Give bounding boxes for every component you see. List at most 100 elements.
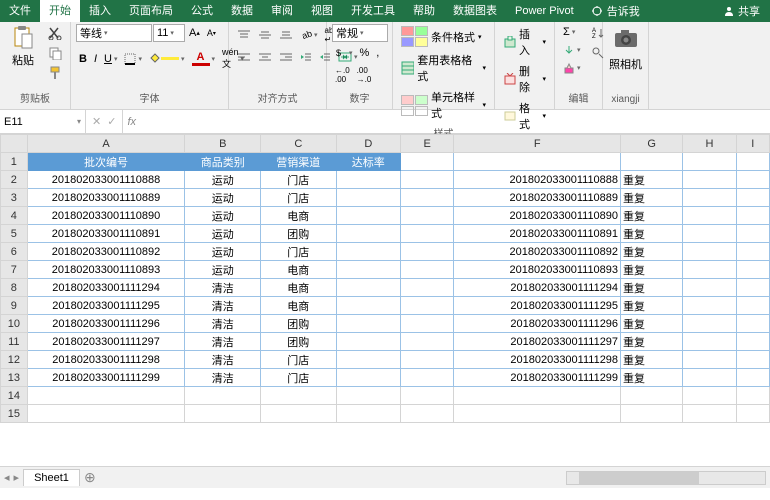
cell[interactable] [683,369,736,387]
cell[interactable] [736,171,769,189]
cell[interactable] [401,387,454,405]
row-header[interactable]: 1 [1,153,28,171]
cell[interactable] [401,189,454,207]
cell[interactable] [736,387,769,405]
cell[interactable] [683,243,736,261]
cell[interactable]: 门店 [261,243,337,261]
cell[interactable]: 团购 [261,333,337,351]
cell[interactable]: 团购 [261,225,337,243]
row-header[interactable]: 7 [1,261,28,279]
col-header[interactable]: A [27,135,185,153]
format-painter-button[interactable] [45,64,65,82]
cell[interactable]: 重复 [621,333,683,351]
row-header[interactable]: 3 [1,189,28,207]
cell[interactable]: 201802033001110889 [27,189,185,207]
cell[interactable] [683,387,736,405]
underline-button[interactable]: U [101,51,120,67]
cancel-formula-button[interactable]: ✕ [92,115,101,128]
cell[interactable] [336,351,400,369]
cell[interactable] [736,405,769,423]
cell[interactable]: 运动 [185,261,261,279]
percent-button[interactable]: % [357,45,373,61]
cell[interactable] [401,153,454,171]
cell[interactable]: 201802033001111298 [454,351,621,369]
row-header[interactable]: 15 [1,405,28,423]
cell[interactable] [336,315,400,333]
cell[interactable]: 201802033001110890 [27,207,185,225]
cell[interactable]: 电商 [261,279,337,297]
cell[interactable]: 重复 [621,297,683,315]
cell[interactable]: 清洁 [185,351,261,369]
bold-button[interactable]: B [76,51,90,67]
row-header[interactable]: 9 [1,297,28,315]
cell[interactable]: 清洁 [185,315,261,333]
cell[interactable] [185,387,261,405]
cell[interactable] [401,405,454,423]
tab-插入[interactable]: 插入 [80,0,120,22]
tab-Power Pivot[interactable]: Power Pivot [506,0,583,22]
cell[interactable]: 重复 [621,369,683,387]
row-header[interactable]: 10 [1,315,28,333]
cell[interactable] [336,225,400,243]
italic-button[interactable]: I [91,51,100,67]
cell[interactable] [336,261,400,279]
cell[interactable]: 清洁 [185,279,261,297]
cell[interactable]: 运动 [185,225,261,243]
col-header[interactable]: D [336,135,400,153]
cell[interactable] [401,369,454,387]
cell[interactable] [261,405,337,423]
cell[interactable]: 201802033001111296 [454,315,621,333]
cell[interactable]: 重复 [621,189,683,207]
cell[interactable]: 达标率 [336,153,400,171]
cell[interactable]: 201802033001110890 [454,207,621,225]
cell[interactable] [683,225,736,243]
cell[interactable] [683,171,736,189]
cell[interactable]: 201802033001110888 [27,171,185,189]
cell[interactable] [683,153,736,171]
share-button[interactable]: 共享 [713,3,770,19]
cell[interactable]: 201802033001110891 [454,225,621,243]
row-header[interactable]: 13 [1,369,28,387]
align-top-button[interactable] [234,27,254,43]
cell[interactable]: 201802033001111298 [27,351,185,369]
cell[interactable] [454,387,621,405]
row-header[interactable]: 12 [1,351,28,369]
worksheet[interactable]: ABCDEFGHI 1批次编号商品类别营销渠道达标率22018020330011… [0,134,770,466]
cell[interactable]: 201802033001110892 [454,243,621,261]
cell[interactable]: 运动 [185,171,261,189]
cell[interactable]: 重复 [621,225,683,243]
tab-视图[interactable]: 视图 [302,0,342,22]
cell[interactable]: 门店 [261,171,337,189]
cell[interactable] [683,333,736,351]
cell[interactable] [683,189,736,207]
cell[interactable] [683,261,736,279]
autosum-button[interactable]: Σ [560,24,584,40]
align-middle-button[interactable] [255,27,275,43]
decrease-decimal-button[interactable]: .00→.0 [354,64,375,86]
cell[interactable] [736,369,769,387]
cell[interactable] [336,279,400,297]
horizontal-scrollbar[interactable] [566,471,766,485]
cell[interactable] [454,405,621,423]
cell[interactable] [401,351,454,369]
cell[interactable] [736,189,769,207]
cell[interactable] [27,405,185,423]
col-header[interactable]: F [454,135,621,153]
orientation-button[interactable]: ab [297,27,321,43]
cell[interactable] [621,387,683,405]
cell[interactable]: 门店 [261,351,337,369]
cell[interactable] [401,315,454,333]
tab-帮助[interactable]: 帮助 [404,0,444,22]
cell[interactable] [736,333,769,351]
tab-页面布局[interactable]: 页面布局 [120,0,182,22]
cell[interactable] [736,315,769,333]
border-button[interactable] [121,51,145,67]
cell[interactable] [336,297,400,315]
decrease-font-button[interactable]: A▾ [204,26,219,40]
cell[interactable] [736,243,769,261]
number-format-select[interactable]: 常规 [332,24,388,42]
col-header[interactable]: I [736,135,769,153]
cell[interactable] [736,207,769,225]
cell[interactable] [261,387,337,405]
cell[interactable] [683,279,736,297]
